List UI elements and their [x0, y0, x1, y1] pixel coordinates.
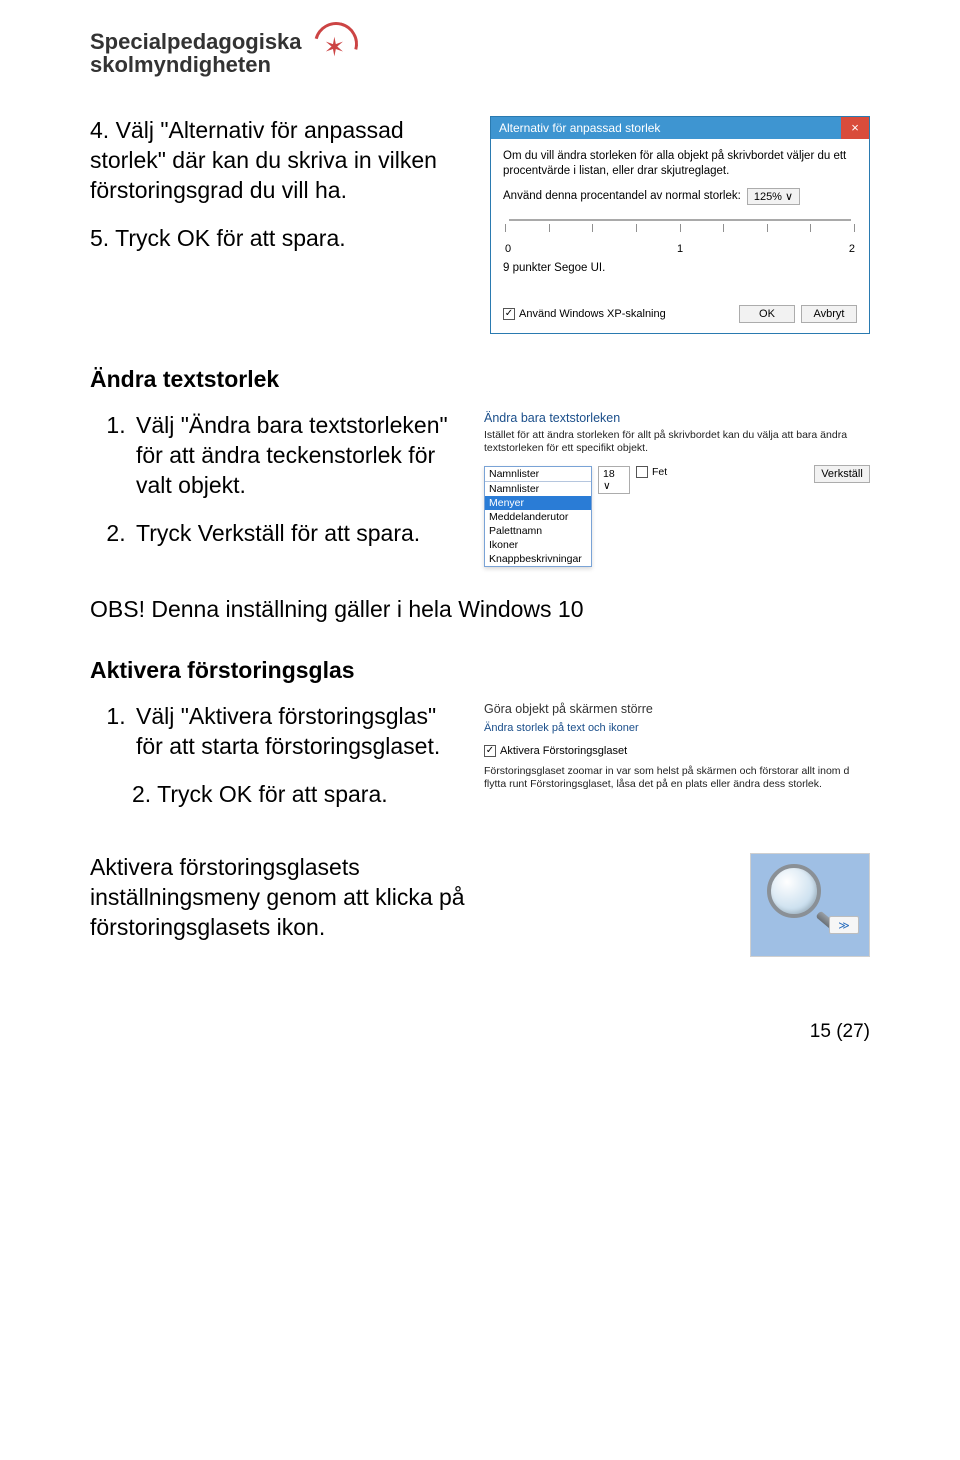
dialog-description: Om du vill ändra storleken för alla obje… — [503, 149, 857, 178]
ts-selected: Namnlister — [485, 467, 591, 482]
mg-description: Förstoringsglaset zoomar in var som hels… — [484, 765, 870, 792]
ts-option[interactable]: Palettnamn — [485, 524, 591, 538]
slider-tick-1: 1 — [677, 243, 683, 255]
percent-select[interactable]: 125% ∨ — [747, 188, 800, 205]
text-size-panel: Ändra bara textstorleken Istället för at… — [484, 411, 870, 566]
logo: Specialpedagogiska skolmyndigheten ✶ — [90, 30, 870, 76]
magnifier-icon[interactable] — [767, 864, 825, 922]
heading-change-text-size: Ändra textstorlek — [90, 366, 870, 393]
logo-mark-icon: ✶ — [310, 18, 366, 74]
apply-button[interactable]: Verkställ — [814, 465, 870, 483]
ts-description: Istället för att ändra storleken för all… — [484, 429, 870, 455]
close-icon[interactable]: × — [841, 117, 869, 139]
ts-bold-label: Fet — [652, 466, 667, 478]
dialog-title: Alternativ för anpassad storlek — [491, 121, 841, 135]
mg-resize-link[interactable]: Ändra storlek på text och ikoner — [484, 722, 870, 734]
magnifier-step-1: Välj "Aktivera förstoringsglas" för att … — [132, 702, 456, 762]
magnifier-panel: Göra objekt på skärmen större Ändra stor… — [484, 702, 870, 792]
mg-activate-label: Aktivera Förstoringsglaset — [500, 745, 627, 757]
logo-wordmark: Specialpedagogiska skolmyndigheten — [90, 30, 302, 76]
ts-heading: Ändra bara textstorleken — [484, 411, 870, 425]
magnifier-expand-icon[interactable]: ≫ — [829, 916, 859, 934]
percent-label: Använd denna procentandel av normal stor… — [503, 190, 741, 202]
logo-line1: Specialpedagogiska — [90, 29, 302, 54]
ts-option[interactable]: Meddelanderutor — [485, 510, 591, 524]
instruction-step-4: 4. Välj "Alternativ för anpassad storlek… — [90, 116, 462, 206]
page-number: 15 (27) — [90, 1021, 870, 1043]
slider-tick-0: 0 — [505, 243, 511, 255]
ts-bold-checkbox[interactable]: Fet — [636, 466, 667, 478]
ts-option[interactable]: Menyer — [485, 496, 591, 510]
xp-scaling-checkbox[interactable]: ✓ Använd Windows XP-skalning — [503, 308, 666, 320]
slider-tick-2: 2 — [849, 243, 855, 255]
magnifier-settings-instruction: Aktivera förstoringsglasets inställnings… — [90, 853, 466, 943]
ok-button[interactable]: OK — [739, 305, 795, 323]
ts-option[interactable]: Namnlister — [485, 482, 591, 496]
cancel-button[interactable]: Avbryt — [801, 305, 857, 323]
magnifier-icon-tile: ≫ — [750, 853, 870, 957]
ts-object-dropdown[interactable]: Namnlister Namnlister Menyer Meddelander… — [484, 466, 592, 567]
heading-activate-magnifier: Aktivera förstoringsglas — [90, 657, 870, 684]
note-text: OBS! Denna inställning gäller i hela Win… — [90, 595, 870, 625]
custom-size-dialog: Alternativ för anpassad storlek × Om du … — [490, 116, 870, 334]
logo-line2: skolmyndigheten — [90, 52, 271, 77]
ts-option[interactable]: Ikoner — [485, 538, 591, 552]
ts-size-select[interactable]: 18 ∨ — [598, 466, 630, 494]
sample-text: 9 punkter Segoe UI. — [503, 261, 857, 275]
magnifier-step-2: 2. Tryck OK för att spara. — [90, 780, 456, 810]
instruction-step-5: 5. Tryck OK för att spara. — [90, 224, 462, 254]
mg-heading: Göra objekt på skärmen större — [484, 702, 870, 716]
ts-option[interactable]: Knappbeskrivningar — [485, 552, 591, 566]
textsize-step-1: Välj "Ändra bara textstorleken" för att … — [132, 411, 456, 501]
mg-activate-checkbox[interactable]: ✓ Aktivera Förstoringsglaset — [484, 745, 627, 757]
scale-slider[interactable] — [505, 213, 855, 241]
xp-scaling-label: Använd Windows XP-skalning — [519, 308, 666, 320]
textsize-step-2: Tryck Verkställ för att spara. — [132, 519, 456, 549]
